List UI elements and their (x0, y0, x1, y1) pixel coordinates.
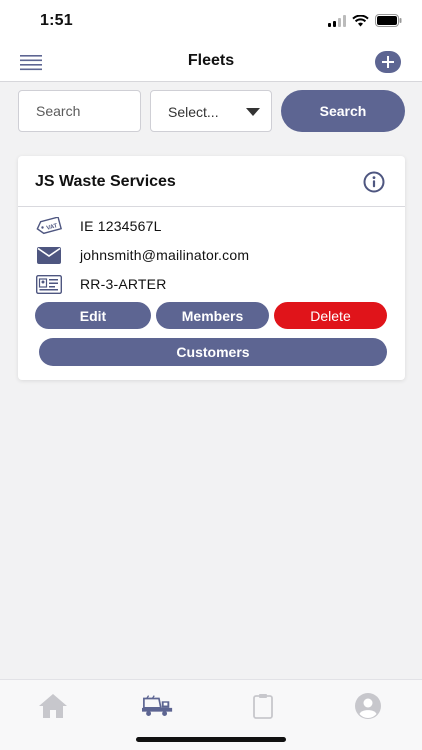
filter-select[interactable]: Select... (150, 90, 272, 132)
battery-icon (375, 14, 402, 27)
members-button[interactable]: Members (156, 302, 269, 329)
clipboard-icon (253, 694, 273, 719)
truck-icon (142, 695, 173, 716)
registration-number: RR-3-ARTER (80, 276, 167, 292)
fleet-card-header: JS Waste Services (18, 156, 405, 207)
search-button[interactable]: Search (281, 90, 405, 132)
plus-icon (382, 56, 394, 68)
edit-button[interactable]: Edit (35, 302, 151, 329)
customers-button[interactable]: Customers (39, 338, 387, 366)
tab-fleets[interactable] (142, 692, 174, 720)
fleet-name: JS Waste Services (35, 173, 176, 190)
status-icons (328, 14, 402, 27)
search-row: Select... Search (18, 90, 406, 133)
select-value: Select... (168, 104, 219, 120)
chevron-down-icon (246, 108, 260, 116)
signal-icon (328, 14, 346, 27)
fleet-card: JS Waste Services VAT IE 1234567L johnsm… (18, 156, 405, 380)
delete-button[interactable]: Delete (274, 302, 387, 329)
search-input[interactable] (18, 90, 141, 132)
id-card-icon (35, 274, 62, 294)
page-title: Fleets (187, 52, 235, 69)
registration-row: RR-3-ARTER (35, 273, 167, 295)
vat-tag-icon: VAT (35, 216, 62, 236)
nav-bar: Fleets (0, 44, 422, 82)
tab-home[interactable] (37, 692, 69, 720)
status-time: 1:51 (40, 12, 73, 29)
status-bar: 1:51 (0, 0, 422, 44)
email-address: johnsmith@mailinator.com (80, 247, 250, 263)
vat-number: IE 1234567L (80, 218, 162, 234)
add-fleet-button[interactable] (375, 51, 401, 73)
wifi-icon (352, 14, 369, 26)
home-indicator (136, 737, 286, 742)
profile-icon (355, 693, 381, 719)
home-icon (39, 694, 67, 718)
email-row: johnsmith@mailinator.com (35, 244, 249, 266)
tab-jobs[interactable] (247, 692, 279, 720)
vat-row: VAT IE 1234567L (35, 215, 162, 237)
info-icon[interactable] (363, 171, 385, 193)
envelope-icon (35, 245, 62, 265)
tab-profile[interactable] (352, 692, 384, 720)
